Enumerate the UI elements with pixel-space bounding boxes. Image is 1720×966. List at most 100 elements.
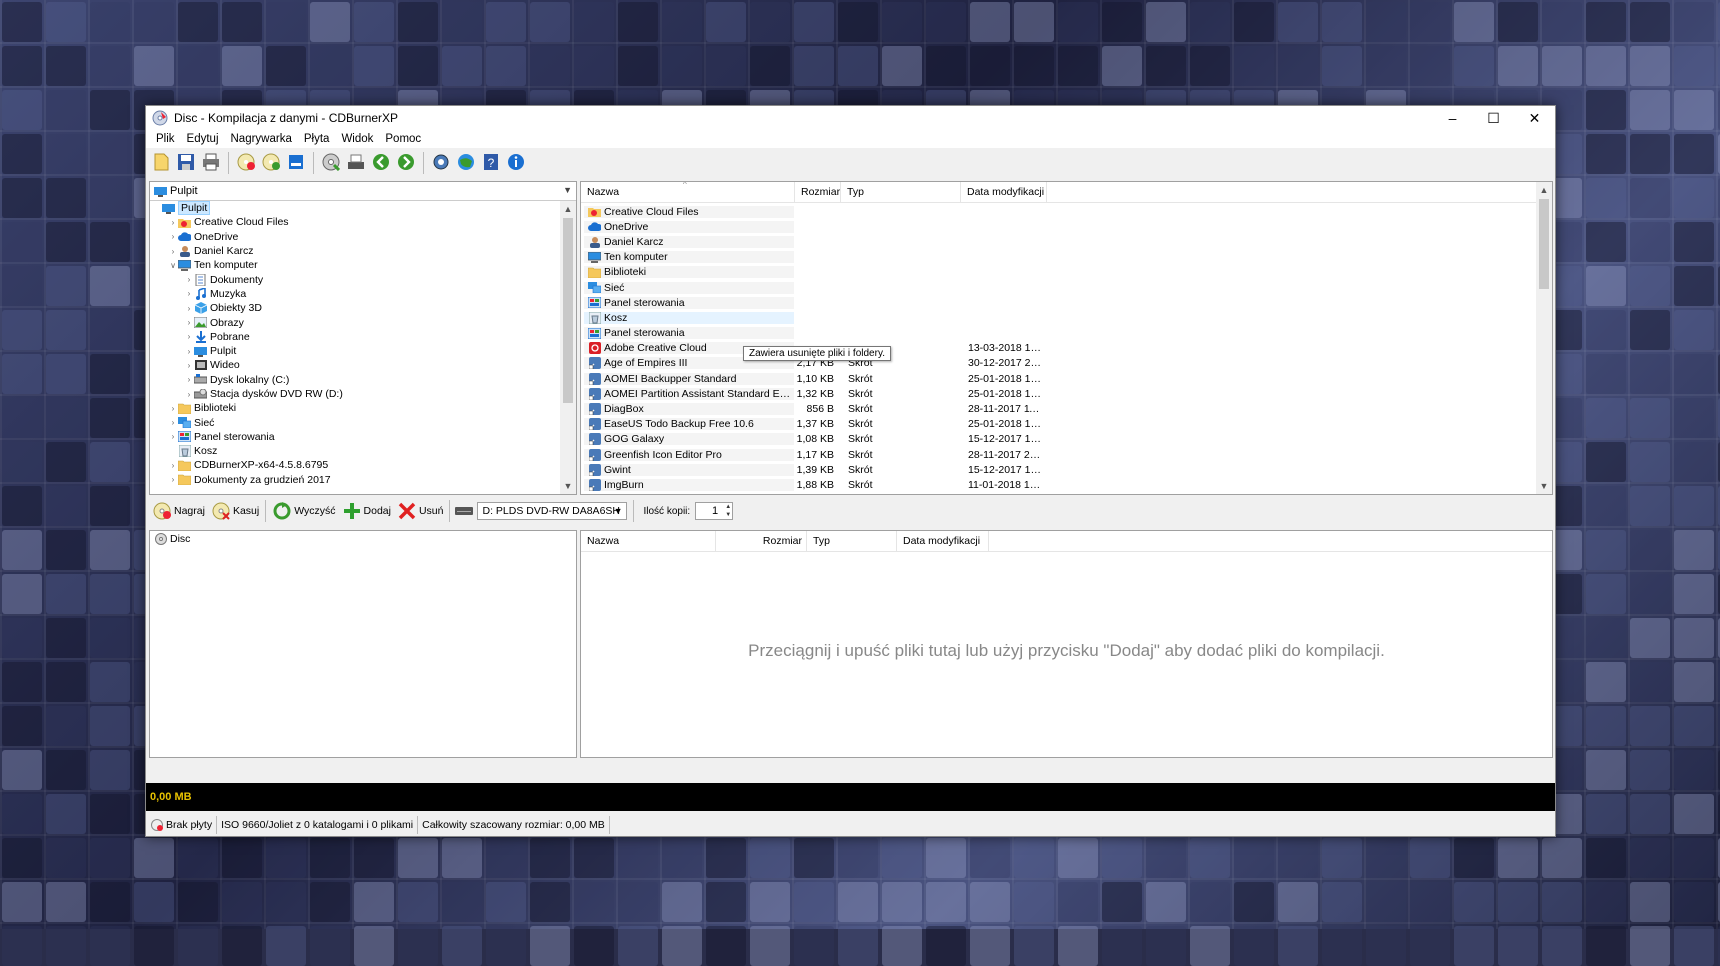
tree-item[interactable]: › Creative Cloud Files (152, 215, 560, 229)
compilation-root[interactable]: Disc (150, 532, 576, 546)
column-date[interactable]: Data modyfikacji (897, 531, 989, 551)
tree-item[interactable]: › Daniel Karcz (152, 244, 560, 258)
erase-button[interactable]: Kasuj (208, 499, 262, 523)
back-button[interactable] (370, 152, 392, 174)
drive-select[interactable]: D: PLDS DVD-RW DA8A6SH ▼ (477, 502, 628, 520)
print-button[interactable] (200, 152, 222, 174)
file-row[interactable]: Age of Empires III 2,17 KB Skrót 30-12-2017… (584, 356, 1536, 371)
scroll-thumb[interactable] (563, 218, 573, 403)
tree-item[interactable]: › Dokumenty za grudzień 2017 (152, 473, 560, 487)
file-row[interactable]: Greenfish Icon Editor Pro 1,17 KB Skrót 28-… (584, 447, 1536, 462)
menu-item-3[interactable]: Płyta (298, 133, 336, 145)
tree-item[interactable]: › OneDrive (152, 230, 560, 244)
help-button[interactable]: ? (480, 152, 502, 174)
minimize-button[interactable]: – (1432, 106, 1473, 130)
scroll-down-icon[interactable]: ▼ (1536, 478, 1552, 494)
collapsed-chevron-icon[interactable]: › (168, 432, 178, 441)
collapsed-chevron-icon[interactable]: › (184, 390, 194, 399)
tree-item[interactable]: › Pobrane (152, 330, 560, 344)
collapsed-chevron-icon[interactable]: › (184, 347, 194, 356)
file-row[interactable]: Gwint 1,39 KB Skrót 15-12-2017 12:... (584, 462, 1536, 477)
blue-square-button[interactable] (285, 152, 307, 174)
collapsed-chevron-icon[interactable]: › (184, 375, 194, 384)
disc-button[interactable] (320, 152, 342, 174)
forward-button[interactable] (395, 152, 417, 174)
info-button[interactable] (505, 152, 527, 174)
column-type[interactable]: Typ (841, 182, 961, 202)
file-row[interactable]: GOG Galaxy 1,08 KB Skrót 15-12-2017 12:... (584, 432, 1536, 447)
file-row[interactable]: Adobe Creative Cloud 13-03-2018 13:... (584, 341, 1536, 356)
scroll-up-icon[interactable]: ▲ (1536, 182, 1552, 198)
tree-item[interactable]: › Biblioteki (152, 401, 560, 415)
burn-button[interactable]: Nagraj (149, 499, 208, 523)
drive-button[interactable] (345, 152, 367, 174)
column-date[interactable]: Data modyfikacji (961, 182, 1047, 202)
file-row[interactable]: Panel sterowania (584, 326, 1536, 341)
scroll-down-icon[interactable]: ▼ (560, 478, 576, 494)
menu-item-1[interactable]: Edytuj (181, 133, 225, 145)
collapsed-chevron-icon[interactable]: › (168, 475, 178, 484)
file-row[interactable]: Ten komputer (584, 250, 1536, 265)
file-row[interactable]: EaseUS Todo Backup Free 10.6 1,37 KB Skrót… (584, 417, 1536, 432)
file-row[interactable]: Kosz (584, 310, 1536, 325)
column-size[interactable]: Rozmiar (716, 531, 807, 551)
collapsed-chevron-icon[interactable]: › (184, 304, 194, 313)
save-button[interactable] (175, 152, 197, 174)
collapsed-chevron-icon[interactable]: › (184, 332, 194, 341)
tree-item[interactable]: › Obrazy (152, 315, 560, 329)
tree-item[interactable]: › Panel sterowania (152, 430, 560, 444)
expanded-chevron-icon[interactable]: ∨ (168, 261, 178, 270)
tree-item[interactable]: › Stacja dysków DVD RW (D:) (152, 387, 560, 401)
tree-item[interactable]: › Wideo (152, 358, 560, 372)
collapsed-chevron-icon[interactable]: › (184, 318, 194, 327)
menu-item-4[interactable]: Widok (335, 133, 379, 145)
file-row[interactable]: Creative Cloud Files (584, 204, 1536, 219)
column-name[interactable]: Nazwa (581, 531, 716, 551)
column-type[interactable]: Typ (807, 531, 897, 551)
add-button[interactable]: Dodaj (339, 499, 394, 523)
tree-item[interactable]: › Dokumenty (152, 272, 560, 286)
maximize-button[interactable]: ☐ (1473, 106, 1514, 130)
file-row[interactable]: DiagBox 856 B Skrót 28-11-2017 11:... (584, 401, 1536, 416)
chevron-down-icon[interactable]: ▼ (563, 185, 572, 195)
file-row[interactable]: Biblioteki (584, 265, 1536, 280)
copies-stepper[interactable]: 1 ▲ ▼ (695, 502, 734, 520)
collapsed-chevron-icon[interactable]: › (184, 361, 194, 370)
file-row[interactable]: Sieć (584, 280, 1536, 295)
collapsed-chevron-icon[interactable]: › (184, 289, 194, 298)
collapsed-chevron-icon[interactable]: › (184, 275, 194, 284)
file-row[interactable]: AOMEI Backupper Standard 1,10 KB Skrót 25-0… (584, 371, 1536, 386)
file-row[interactable]: Panel sterowania (584, 295, 1536, 310)
file-row[interactable]: AOMEI Partition Assistant Standard Editi… (584, 386, 1536, 401)
copies-value[interactable]: 1 (712, 505, 718, 517)
tree-item[interactable]: › Sieć (152, 415, 560, 429)
collapsed-chevron-icon[interactable]: › (168, 232, 178, 241)
file-row[interactable]: OneDrive (584, 219, 1536, 234)
settings-button[interactable] (430, 152, 452, 174)
clear-button[interactable]: Wyczyść (269, 499, 338, 523)
tree-item[interactable]: › Pulpit (152, 344, 560, 358)
file-row[interactable]: ImgBurn 1,88 KB Skrót 11-01-2018 18:... (584, 477, 1536, 492)
tree-item[interactable]: › Obiekty 3D (152, 301, 560, 315)
collapsed-chevron-icon[interactable]: › (168, 404, 178, 413)
tree-scrollbar[interactable]: ▲ ▼ (560, 201, 576, 494)
burn-button[interactable] (235, 152, 257, 174)
column-name[interactable]: Nazwa (581, 182, 795, 202)
tree-item[interactable]: Kosz (152, 444, 560, 458)
file-row[interactable]: Daniel Karcz (584, 234, 1536, 249)
close-button[interactable]: ✕ (1514, 106, 1555, 130)
scroll-up-icon[interactable]: ▲ (560, 201, 576, 217)
tree-item[interactable]: › Dysk lokalny (C:) (152, 373, 560, 387)
location-combo[interactable]: Pulpit ▼ (150, 182, 576, 201)
tree-item[interactable]: › Muzyka (152, 287, 560, 301)
remove-button[interactable]: Usuń (394, 499, 447, 523)
chevron-down-icon[interactable]: ▼ (614, 506, 623, 516)
collapsed-chevron-icon[interactable]: › (168, 218, 178, 227)
collapsed-chevron-icon[interactable]: › (168, 418, 178, 427)
tree-item[interactable]: › CDBurnerXP-x64-4.5.8.6795 (152, 458, 560, 472)
stepper-arrows-icon[interactable]: ▲ ▼ (725, 503, 731, 519)
menu-item-2[interactable]: Nagrywarka (225, 133, 298, 145)
tree-item[interactable]: Pulpit (152, 201, 560, 216)
collapsed-chevron-icon[interactable]: › (168, 247, 178, 256)
new-button[interactable] (150, 152, 172, 174)
